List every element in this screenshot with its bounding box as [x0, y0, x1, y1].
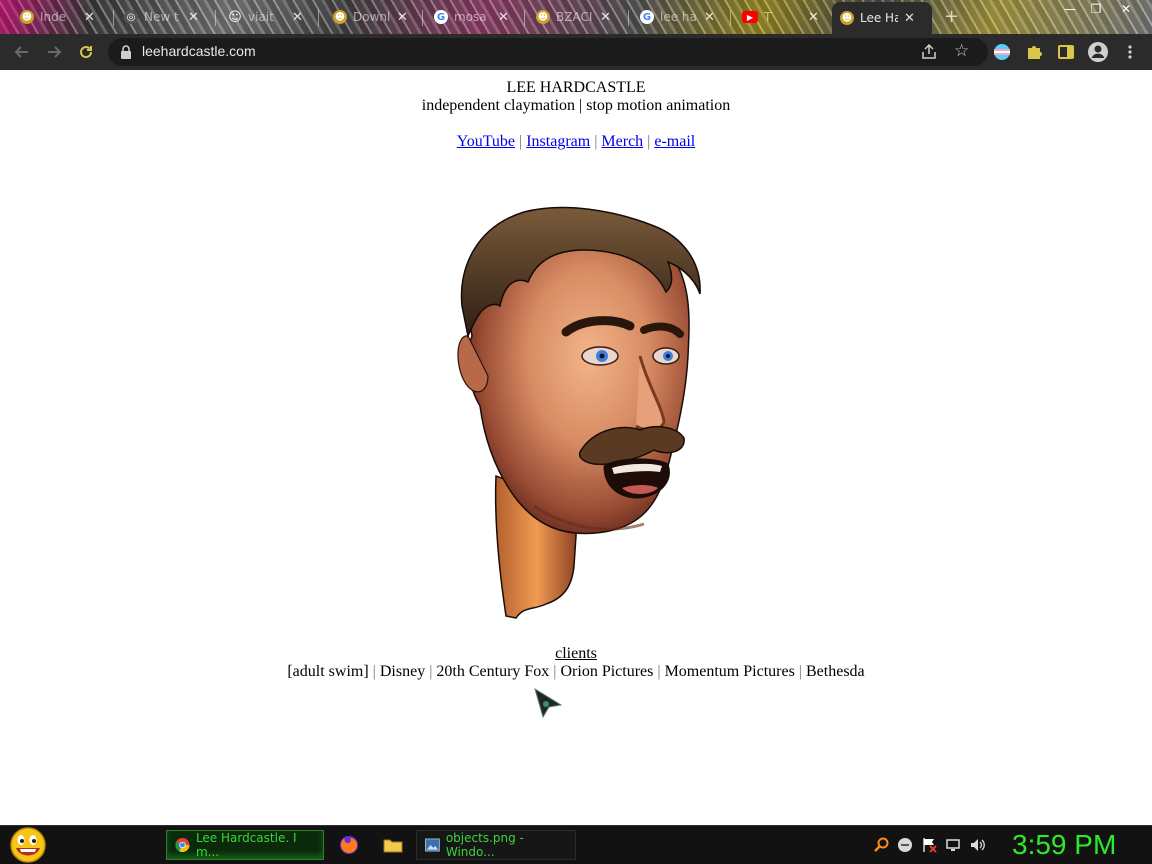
google-favicon-icon: G [434, 10, 448, 24]
clients-heading: clients [0, 645, 1152, 663]
taskbar-image-viewer-task[interactable]: objects.png - Windo... [416, 830, 576, 860]
browser-tab[interactable]: ◎ New t ✕ [116, 3, 207, 31]
browser-tab[interactable]: ☻ BZACI ✕ [528, 3, 619, 31]
site-nav: YouTube | Instagram | Merch | e-mail [0, 133, 1152, 151]
browser-tab[interactable]: G lee ha ✕ [632, 3, 723, 31]
taskbar-chrome-task[interactable]: Lee Hardcastle. I m... [166, 830, 324, 860]
task-label: objects.png - Windo... [445, 831, 524, 859]
client-separator: | [372, 663, 376, 680]
firefox-icon[interactable] [338, 834, 360, 856]
forward-icon[interactable] [42, 40, 66, 64]
tab-title: T [764, 10, 772, 24]
status-tray-icon[interactable] [896, 836, 914, 854]
tab-title: Downl [353, 10, 391, 24]
browser-tab-active[interactable]: ☻ Lee Ha ✕ [832, 2, 932, 34]
taskbar-clock[interactable]: 3:59 PM [1012, 826, 1132, 864]
close-icon[interactable]: ✕ [188, 10, 199, 25]
site-subtitle: independent claymation | stop motion ani… [421, 97, 731, 114]
client-separator: | [553, 663, 557, 680]
nav-separator: | [594, 133, 598, 150]
email-link[interactable]: e-mail [654, 133, 695, 150]
tab-title: viait [248, 10, 274, 24]
client-separator: | [798, 663, 802, 680]
instagram-link[interactable]: Instagram [526, 133, 590, 150]
reload-icon[interactable] [74, 40, 98, 64]
browser-tab[interactable]: ▶ T ✕ [734, 3, 827, 31]
client-separator: | [429, 663, 433, 680]
extensions-puzzle-icon[interactable] [1022, 40, 1046, 64]
youtube-favicon-icon: ▶ [742, 11, 758, 23]
browser-tab[interactable]: ☻ Inde ✕ [12, 3, 103, 31]
client-name: Orion Pictures [560, 663, 654, 680]
tab-title: lee ha [660, 10, 697, 24]
folder-icon[interactable] [382, 834, 404, 856]
client-separator: | [657, 663, 661, 680]
site-title: LEE HARDCASTLE [506, 79, 646, 96]
client-name: Bethesda [806, 663, 865, 680]
close-icon[interactable]: ✕ [498, 10, 509, 25]
chrome-favicon-icon: ◎ [124, 10, 138, 24]
web-page: LEE HARDCASTLE independent claymation | … [0, 70, 1152, 825]
tab-strip: ☻ Inde ✕ ◎ New t ✕ ☺ viait ✕ ☻ Downl ✕ G… [0, 0, 1152, 34]
minimize-icon[interactable]: — [1056, 0, 1084, 18]
client-name: Disney [379, 663, 426, 680]
close-icon[interactable]: ✕ [808, 10, 819, 25]
security-flag-tray-icon[interactable] [920, 836, 938, 854]
lock-icon[interactable] [120, 44, 132, 63]
nav-separator: | [519, 133, 523, 150]
share-icon[interactable] [920, 43, 938, 65]
mouse-cursor-icon [534, 687, 563, 719]
search-tray-icon[interactable] [872, 836, 890, 854]
extension-flag-icon[interactable] [990, 40, 1014, 64]
close-icon[interactable]: ✕ [600, 10, 611, 25]
clients-list: [adult swim] | Disney | 20th Century Fox… [0, 663, 1152, 681]
bookmark-star-icon[interactable]: ☆ [954, 41, 969, 61]
claymation-favicon-icon: ☻ [20, 10, 34, 24]
start-smiley-icon[interactable] [8, 827, 48, 863]
claymation-favicon-icon: ☻ [333, 10, 347, 24]
browser-tab[interactable]: G mosa ✕ [426, 3, 517, 31]
smiley-favicon-icon: ☺ [228, 9, 242, 25]
side-panel-icon[interactable] [1054, 40, 1078, 64]
youtube-link[interactable]: YouTube [457, 133, 515, 150]
clay-head-image [457, 206, 701, 619]
close-icon[interactable]: ✕ [704, 10, 715, 25]
close-icon[interactable]: ✕ [292, 10, 303, 25]
claymation-favicon-icon: ☻ [840, 11, 854, 25]
tab-title: Lee Ha [860, 11, 898, 25]
close-icon[interactable]: ✕ [84, 10, 95, 25]
chrome-icon [175, 837, 190, 853]
browser-tab[interactable]: ☻ Downl ✕ [325, 3, 416, 31]
back-icon[interactable] [10, 40, 34, 64]
window-close-icon[interactable]: ✕ [1112, 0, 1140, 18]
volume-tray-icon[interactable] [968, 836, 986, 854]
url-text[interactable]: leehardcastle.com [142, 43, 256, 59]
new-tab-icon[interactable]: + [944, 6, 959, 27]
tab-title: New t [144, 10, 179, 24]
taskbar: Lee Hardcastle. I m... objects.png - Win… [0, 825, 1152, 864]
claymation-favicon-icon: ☻ [536, 10, 550, 24]
tab-title: Inde [40, 10, 67, 24]
tab-title: mosa [454, 10, 487, 24]
browser-tab[interactable]: ☺ viait ✕ [220, 3, 311, 31]
client-name: Momentum Pictures [664, 663, 795, 680]
address-bar[interactable]: leehardcastle.com ☆ [108, 38, 988, 66]
menu-kebab-icon[interactable] [1118, 40, 1142, 64]
nav-separator: | [647, 133, 651, 150]
network-tray-icon[interactable] [944, 836, 962, 854]
close-icon[interactable]: ✕ [397, 10, 408, 25]
browser-toolbar: leehardcastle.com ☆ [0, 34, 1152, 70]
close-icon[interactable]: ✕ [904, 11, 915, 26]
merch-link[interactable]: Merch [601, 133, 643, 150]
client-name: [adult swim] [287, 663, 369, 680]
client-name: 20th Century Fox [436, 663, 550, 680]
google-favicon-icon: G [640, 10, 654, 24]
tab-title: BZACI [556, 10, 593, 24]
profile-avatar-icon[interactable] [1086, 40, 1110, 64]
task-label: Lee Hardcastle. I m... [195, 831, 297, 859]
image-viewer-icon [425, 838, 440, 852]
restore-icon[interactable]: ❐ [1082, 0, 1110, 18]
clients-link[interactable]: clients [555, 645, 597, 662]
